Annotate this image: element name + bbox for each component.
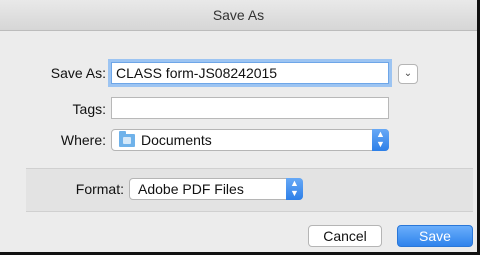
expand-dialog-button[interactable]: ⌄ — [398, 64, 418, 84]
filename-input[interactable]: CLASS form-JS08242015 — [111, 62, 389, 84]
format-panel: Format: Adobe PDF Files ▲ ▼ — [26, 168, 473, 212]
format-value: Adobe PDF Files — [138, 181, 244, 197]
save-as-label: Save As: — [50, 65, 106, 81]
dialog-title: Save As — [212, 7, 265, 23]
format-label: Format: — [75, 181, 124, 197]
tags-input[interactable] — [111, 97, 389, 119]
tags-label: Tags: — [72, 101, 106, 117]
popup-arrows-icon: ▲ ▼ — [286, 178, 303, 200]
where-popup[interactable]: Documents ▲ ▼ — [111, 129, 389, 151]
format-popup[interactable]: Adobe PDF Files ▲ ▼ — [129, 178, 303, 200]
folder-icon — [119, 131, 135, 147]
cancel-button[interactable]: Cancel — [308, 225, 382, 247]
popup-arrows-icon: ▲ ▼ — [372, 129, 389, 151]
where-value: Documents — [141, 132, 212, 148]
where-label: Where: — [60, 132, 106, 148]
save-button[interactable]: Save — [397, 225, 473, 247]
title-bar[interactable]: Save As — [0, 0, 477, 31]
save-as-dialog: Save As Save As: CLASS form-JS08242015 ⌄… — [0, 0, 480, 255]
chevron-down-icon: ⌄ — [403, 68, 413, 79]
